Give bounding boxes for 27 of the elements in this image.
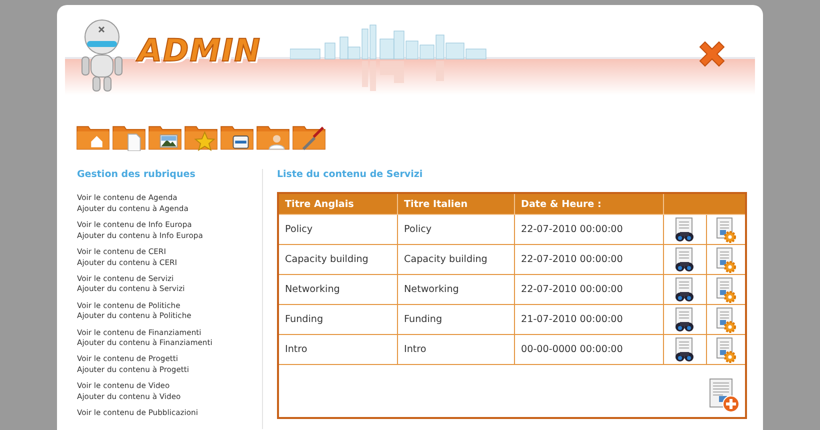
table-cell: Intro bbox=[278, 334, 398, 364]
table-cell: 00-00-0000 00:00:00 bbox=[514, 334, 664, 364]
table-cell: Funding bbox=[278, 304, 398, 334]
table-cell: 22-07-2010 00:00:00 bbox=[514, 214, 664, 244]
admin-logo: ADMIN bbox=[138, 33, 262, 69]
table-cell: 22-07-2010 00:00:00 bbox=[514, 274, 664, 304]
content-title: Liste du contenu de Servizi bbox=[277, 169, 424, 180]
add-document-icon[interactable] bbox=[707, 378, 741, 414]
table-cell: Intro bbox=[398, 334, 514, 364]
sidebar-title: Gestion des rubriques bbox=[77, 169, 196, 180]
gear-document-icon[interactable] bbox=[714, 306, 738, 332]
table-cell: Networking bbox=[278, 274, 398, 304]
table-cell: Capacity building bbox=[398, 244, 514, 274]
table-cell: 22-07-2010 00:00:00 bbox=[514, 244, 664, 274]
table-cell: Capacity building bbox=[278, 244, 398, 274]
column-header: Titre Italien bbox=[398, 193, 514, 214]
table-cell: Networking bbox=[398, 274, 514, 304]
column-header: Titre Anglais bbox=[278, 193, 398, 214]
gear-document-icon[interactable] bbox=[714, 216, 738, 242]
gear-document-icon[interactable] bbox=[714, 246, 738, 272]
table-cell: Funding bbox=[398, 304, 514, 334]
table-cell: Policy bbox=[278, 214, 398, 244]
column-header: Date & Heure : bbox=[514, 193, 664, 214]
gear-document-icon[interactable] bbox=[714, 336, 738, 362]
table-cell: 21-07-2010 00:00:00 bbox=[514, 304, 664, 334]
table-cell: Policy bbox=[398, 214, 514, 244]
gear-document-icon[interactable] bbox=[714, 276, 738, 302]
